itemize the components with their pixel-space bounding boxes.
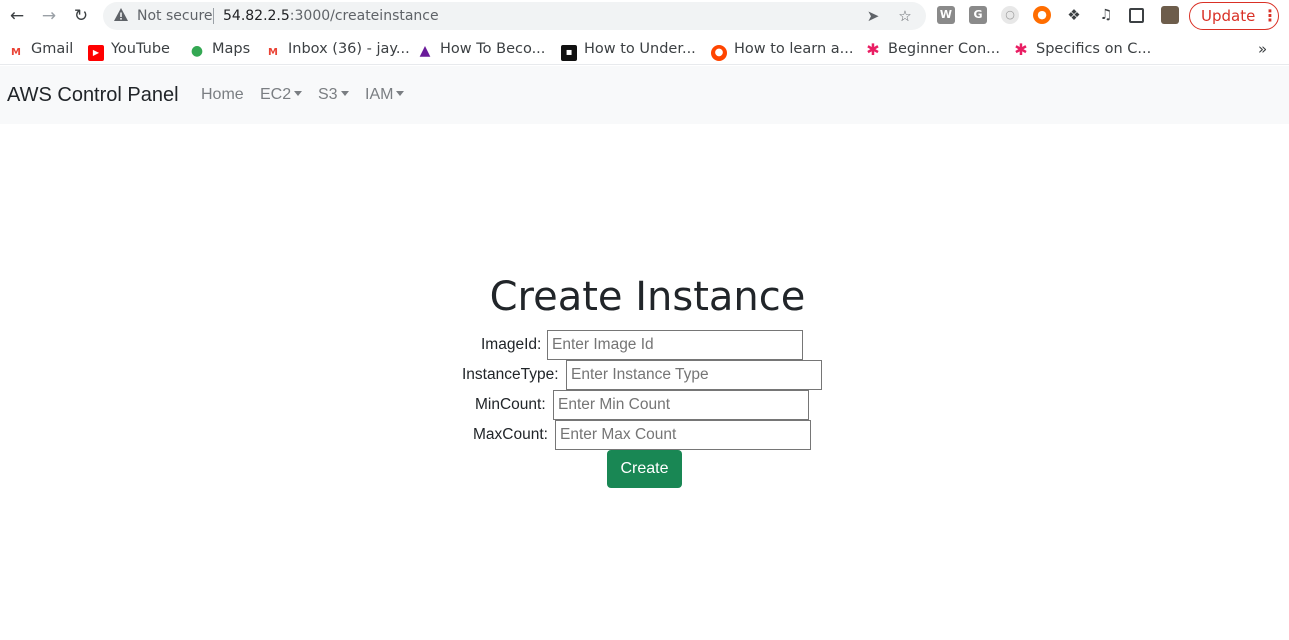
nav-label: S3 xyxy=(318,86,338,103)
bookmark-item[interactable]: ● How to learn a... xyxy=(711,39,854,61)
dark-logo-icon: ▪ xyxy=(561,45,577,61)
bookmark-item[interactable]: M Inbox (36) - jay... xyxy=(265,39,410,59)
instancetype-input[interactable] xyxy=(566,360,822,390)
reload-icon[interactable]: ↻ xyxy=(70,5,92,27)
address-divider xyxy=(213,8,214,24)
mincount-input[interactable] xyxy=(553,390,809,420)
bookmark-label: Beginner Con... xyxy=(888,41,1000,57)
nav-dropdown-ec2[interactable]: EC2 xyxy=(260,85,303,105)
maxcount-label: MaxCount: xyxy=(473,426,548,443)
bookmark-label: How to Under... xyxy=(584,41,696,57)
imageid-label: ImageId: xyxy=(481,336,542,353)
bookmark-item[interactable]: ✱ Specifics on C... xyxy=(1013,39,1151,59)
url-host: 54.82.2.5 xyxy=(223,8,290,24)
nav-dropdown-iam[interactable]: IAM xyxy=(365,85,405,105)
url-text[interactable]: 54.82.2.5:3000/createinstance xyxy=(223,8,439,24)
warning-icon[interactable] xyxy=(113,7,129,23)
mincount-label: MinCount: xyxy=(475,396,546,413)
bookmark-label: Specifics on C... xyxy=(1036,41,1152,57)
orange-extension-icon[interactable]: ● xyxy=(1033,6,1051,24)
media-queue-icon[interactable]: ♫ xyxy=(1097,6,1115,24)
create-button[interactable]: Create xyxy=(607,450,682,488)
caret-down-icon xyxy=(396,91,405,96)
bookmark-label: Gmail xyxy=(31,41,74,57)
reddit-icon: ● xyxy=(711,45,727,61)
gmail-icon: M xyxy=(268,47,278,58)
bookmarks-bar: M Gmail ▶ YouTube ● Maps M Inbox (36) - jay.… xyxy=(0,33,1289,65)
bookmark-label: Inbox (36) - jay... xyxy=(288,41,410,57)
grammar-extension-icon[interactable]: G xyxy=(969,6,987,24)
update-label: Update xyxy=(1201,7,1256,25)
brand-link[interactable]: AWS Control Panel xyxy=(7,83,179,107)
bookmark-item[interactable]: ▪ How to Under... xyxy=(561,39,696,61)
address-bar[interactable]: Not secure 54.82.2.5:3000/createinstance… xyxy=(103,2,926,30)
bookmark-item[interactable]: ▶ YouTube xyxy=(88,39,170,61)
youtube-icon: ▶ xyxy=(88,45,104,61)
caret-down-icon xyxy=(340,91,349,96)
nav-link-home[interactable]: Home xyxy=(201,85,244,105)
caret-down-icon xyxy=(294,91,303,96)
page-title: Create Instance xyxy=(489,274,806,320)
bookmark-label: Maps xyxy=(212,41,251,57)
more-bookmarks-icon[interactable]: » xyxy=(1258,40,1267,58)
maps-icon: ● xyxy=(190,43,204,59)
update-button[interactable]: Update ⋮ xyxy=(1189,2,1279,30)
profile-avatar[interactable] xyxy=(1161,6,1179,24)
nav-label: EC2 xyxy=(260,86,292,103)
send-tab-icon[interactable]: ➤ xyxy=(863,6,883,26)
wikipedia-extension-icon[interactable]: W xyxy=(937,6,955,24)
instancetype-label: InstanceType: xyxy=(462,366,559,383)
gmail-icon: M xyxy=(11,47,21,58)
bookmark-item[interactable]: ✱ Beginner Con... xyxy=(865,39,1000,59)
asterisk-icon: ✱ xyxy=(866,40,880,59)
extensions-puzzle-icon[interactable]: ❖ xyxy=(1065,6,1083,24)
bookmark-label: How To Beco... xyxy=(440,41,546,57)
bookmark-label: How to learn a... xyxy=(734,41,854,57)
bookmark-item[interactable]: ▲ How To Beco... xyxy=(417,39,546,59)
security-status[interactable]: Not secure xyxy=(137,8,213,24)
bookmark-item[interactable]: M Gmail xyxy=(8,39,73,59)
bookmark-label: YouTube xyxy=(111,41,170,57)
url-path: :3000/createinstance xyxy=(289,8,439,24)
back-arrow-icon[interactable]: ← xyxy=(6,5,28,27)
bookmark-star-icon[interactable]: ☆ xyxy=(895,6,915,26)
asterisk-icon: ✱ xyxy=(1014,40,1028,59)
circle-extension-icon[interactable]: ○ xyxy=(1001,6,1019,24)
menu-dots-icon: ⋮ xyxy=(1262,6,1278,25)
browser-toolbar: ← → ↻ Not secure 54.82.2.5:3000/createin… xyxy=(0,0,1289,33)
bookmark-item[interactable]: ● Maps xyxy=(189,39,250,59)
forward-arrow-icon[interactable]: → xyxy=(38,5,60,27)
nav-dropdown-s3[interactable]: S3 xyxy=(318,85,349,105)
triangle-logo-icon: ▲ xyxy=(419,43,431,59)
maxcount-input[interactable] xyxy=(555,420,811,450)
imageid-input[interactable] xyxy=(547,330,803,360)
nav-label: IAM xyxy=(365,86,394,103)
side-panel-icon[interactable] xyxy=(1129,8,1144,23)
app-navbar: AWS Control Panel Home EC2 S3 IAM xyxy=(0,66,1289,124)
